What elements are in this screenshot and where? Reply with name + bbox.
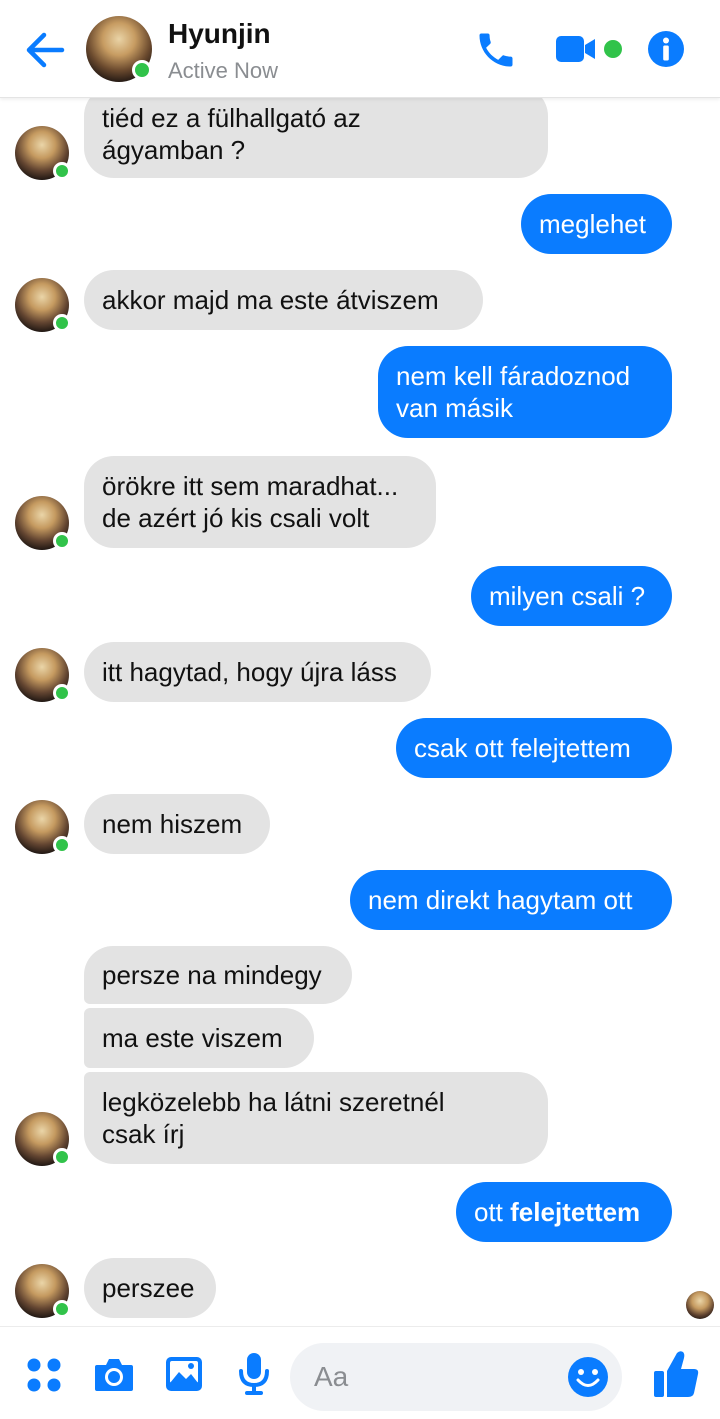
contact-name[interactable]: Hyunjin: [168, 18, 271, 50]
message-bubble-incoming[interactable]: itt hagytad, hogy újra láss: [84, 642, 431, 702]
message-text: van másik: [396, 393, 514, 423]
message-text-bold: felejtettem: [510, 1197, 641, 1227]
active-status: Active Now: [168, 58, 279, 83]
message-bubble-incoming[interactable]: legközelebb ha látni szeretnél csak írj: [84, 1072, 548, 1164]
message-text: itt hagytad, hogy újra láss: [102, 657, 397, 687]
message-bubble-outgoing[interactable]: milyen csali ?: [471, 566, 672, 626]
message-text: meglehet: [539, 209, 646, 239]
online-indicator: [53, 836, 71, 854]
message-bubble-incoming[interactable]: nem hiszem: [84, 794, 270, 854]
message-bubble-incoming[interactable]: akkor majd ma este átviszem: [84, 270, 483, 330]
message-text: csak írj: [102, 1119, 185, 1149]
message-bubble-outgoing[interactable]: nem direkt hagytam ott: [350, 870, 672, 930]
message-text: de azért jó kis csali volt: [102, 503, 370, 533]
message-bubble-outgoing[interactable]: ott felejtettem: [456, 1182, 672, 1242]
video-camera-icon[interactable]: [554, 32, 626, 66]
message-text: ágyamban ?: [102, 135, 246, 165]
conversation-header: Hyunjin Active Now: [0, 0, 720, 98]
contact-avatar[interactable]: [15, 496, 71, 550]
contact-avatar[interactable]: [15, 126, 71, 180]
contact-avatar[interactable]: [15, 1112, 71, 1166]
online-indicator: [53, 162, 71, 180]
info-icon[interactable]: [646, 29, 686, 69]
message-text: örökre itt sem maradhat...: [102, 471, 399, 501]
message-text: tiéd ez a fülhallgató az: [102, 103, 361, 133]
message-text: persze na mindegy: [102, 960, 322, 990]
message-text: milyen csali ?: [489, 581, 646, 611]
contact-avatar[interactable]: [15, 800, 71, 854]
message-input[interactable]: [314, 1357, 554, 1397]
message-text: ott: [474, 1197, 511, 1227]
online-indicator: [53, 684, 71, 702]
online-indicator: [53, 1300, 71, 1318]
message-composer: [0, 1326, 720, 1419]
message-text: csak ott felejtettem: [414, 733, 631, 763]
message-text: ma este viszem: [102, 1023, 283, 1053]
message-text: legközelebb ha látni szeretnél: [102, 1087, 445, 1117]
message-bubble-incoming[interactable]: persze na mindegy: [84, 946, 352, 1004]
message-bubble-outgoing[interactable]: meglehet: [521, 194, 672, 254]
back-arrow-icon[interactable]: [22, 28, 68, 72]
message-bubble-outgoing[interactable]: csak ott felejtettem: [396, 718, 672, 778]
message-input-container[interactable]: [290, 1343, 622, 1411]
seen-avatar: [686, 1291, 714, 1319]
emoji-icon[interactable]: [566, 1355, 610, 1399]
message-bubble-incoming[interactable]: ma este viszem: [84, 1008, 314, 1068]
camera-icon[interactable]: [93, 1355, 135, 1395]
message-bubble-incoming[interactable]: perszee: [84, 1258, 216, 1318]
message-text: nem hiszem: [102, 809, 243, 839]
message-text: nem direkt hagytam ott: [368, 885, 633, 915]
online-indicator: [53, 532, 71, 550]
phone-icon[interactable]: [474, 28, 518, 72]
online-indicator: [53, 1148, 71, 1166]
contact-avatar[interactable]: [86, 16, 152, 82]
contact-avatar[interactable]: [15, 1264, 71, 1318]
photo-gallery-icon[interactable]: [164, 1355, 204, 1393]
contact-avatar[interactable]: [15, 278, 71, 332]
apps-grid-icon[interactable]: [26, 1357, 62, 1393]
message-text: nem kell fáradoznod: [396, 361, 631, 391]
message-bubble-incoming[interactable]: tiéd ez a fülhallgató az ágyamban ?: [84, 86, 548, 178]
message-bubble-incoming[interactable]: örökre itt sem maradhat... de azért jó k…: [84, 456, 436, 548]
microphone-icon[interactable]: [236, 1351, 272, 1397]
online-indicator: [132, 60, 152, 80]
contact-avatar[interactable]: [15, 648, 71, 702]
message-text: akkor majd ma este átviszem: [102, 285, 439, 315]
message-bubble-outgoing[interactable]: nem kell fáradoznod van másik: [378, 346, 672, 438]
thumbs-up-icon[interactable]: [652, 1349, 700, 1399]
message-text: perszee: [102, 1273, 195, 1303]
online-indicator: [53, 314, 71, 332]
